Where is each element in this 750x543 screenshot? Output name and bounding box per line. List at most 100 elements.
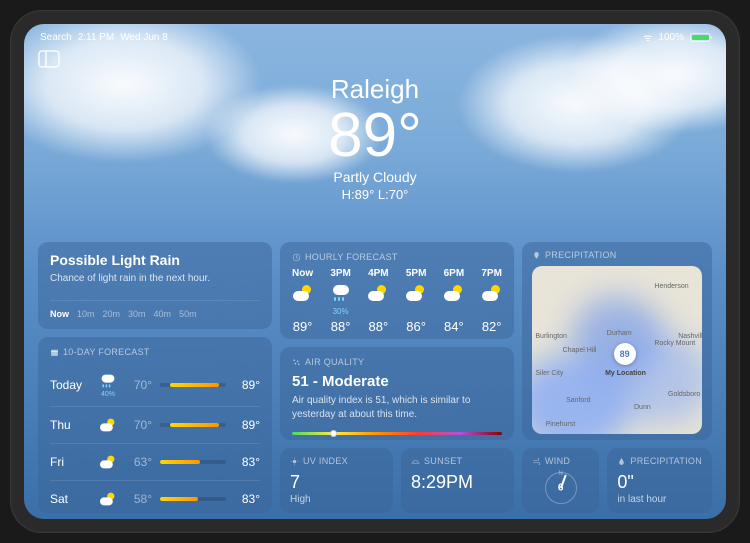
forecast-row[interactable]: Thu 70° 89° bbox=[50, 406, 260, 443]
compass-icon: 6 bbox=[545, 472, 577, 504]
fc-day: Today bbox=[50, 378, 90, 392]
map-location-pin: 89 bbox=[614, 343, 636, 365]
wifi-icon: ᯤ bbox=[643, 30, 652, 44]
sun-cloud-icon bbox=[98, 452, 118, 472]
sunset-header: SUNSET bbox=[411, 456, 504, 466]
sunset-card[interactable]: SUNSET 8:29PM bbox=[401, 448, 514, 513]
hourly-temp: 88° bbox=[331, 319, 351, 334]
screen: Search 2:11 PM Wed Jun 8 ᯤ 100% Raleigh … bbox=[24, 24, 726, 519]
wind-header: WIND bbox=[532, 456, 589, 466]
precip-minute-scale: Now 10m 20m 30m 40m 50m bbox=[50, 300, 260, 319]
precipitation-map-card[interactable]: PRECIPITATION HendersonBurlingtonDurhamC… bbox=[522, 242, 712, 440]
high-low: H:89° L:70° bbox=[24, 187, 726, 202]
aq-value: 51 - Moderate bbox=[292, 373, 502, 390]
hourly-header: HOURLY FORECAST bbox=[292, 252, 502, 262]
map-city-label: Burlington bbox=[535, 333, 567, 340]
scale-tick: 20m bbox=[103, 309, 121, 319]
sun-cloud-icon bbox=[293, 283, 313, 303]
fc-high: 83° bbox=[234, 492, 260, 506]
fc-high: 89° bbox=[234, 418, 260, 432]
scale-tick: 30m bbox=[128, 309, 146, 319]
aq-desc: Air quality index is 51, which is simila… bbox=[292, 394, 502, 422]
map-city-label: Pinehurst bbox=[546, 421, 576, 428]
fc-low: 63° bbox=[126, 455, 152, 469]
battery-text: 100% bbox=[658, 32, 684, 43]
precip-map-header: PRECIPITATION bbox=[532, 250, 702, 260]
sun-cloud-icon bbox=[98, 489, 118, 509]
fc-day: Sat bbox=[50, 492, 90, 506]
hourly-time: 6PM bbox=[444, 268, 465, 279]
map-city-label: Henderson bbox=[654, 283, 688, 290]
hourly-temp: 82° bbox=[482, 319, 502, 334]
status-search[interactable]: Search bbox=[40, 32, 72, 43]
sun-cloud-icon bbox=[368, 283, 388, 303]
current-condition: Partly Cloudy bbox=[24, 169, 726, 185]
fc-temp-bar bbox=[160, 383, 226, 387]
scale-tick: 50m bbox=[179, 309, 197, 319]
sun-cloud-icon bbox=[406, 283, 426, 303]
aq-scale bbox=[292, 432, 502, 435]
wind-card[interactable]: WIND 6 bbox=[522, 448, 599, 513]
forecast-card[interactable]: 10-DAY FORECAST Today 40% 70° 89°Thu 70°… bbox=[38, 337, 272, 513]
uv-index-card[interactable]: UV INDEX 7 High bbox=[280, 448, 393, 513]
fc-temp-bar bbox=[160, 423, 226, 427]
sun-cloud-icon bbox=[482, 283, 502, 303]
hourly-temp: 88° bbox=[369, 319, 389, 334]
scale-tick: 10m bbox=[77, 309, 95, 319]
map-city-label: Goldsboro bbox=[668, 391, 700, 398]
fc-temp-bar bbox=[160, 460, 226, 464]
sidebar-button[interactable] bbox=[38, 50, 60, 68]
status-time: 2:11 PM bbox=[78, 32, 115, 43]
precipitation-map[interactable]: HendersonBurlingtonDurhamChapel HillRock… bbox=[532, 266, 702, 434]
hourly-time: 5PM bbox=[406, 268, 427, 279]
alert-title: Possible Light Rain bbox=[50, 252, 260, 268]
uv-sub: High bbox=[290, 494, 383, 505]
rain-alert-card[interactable]: Possible Light Rain Chance of light rain… bbox=[38, 242, 272, 329]
hourly-item: 7PM 82° bbox=[481, 268, 502, 334]
fc-high: 89° bbox=[234, 378, 260, 392]
fc-low: 70° bbox=[126, 378, 152, 392]
fc-day: Thu bbox=[50, 418, 90, 432]
fc-low: 58° bbox=[126, 492, 152, 506]
scale-tick: 40m bbox=[154, 309, 172, 319]
hourly-card[interactable]: HOURLY FORECAST Now 89° 3PM 30% 88° 4PM 88… bbox=[280, 242, 514, 339]
map-city-label: Dunn bbox=[634, 404, 651, 411]
scale-tick: Now bbox=[50, 309, 69, 319]
sunset-value: 8:29PM bbox=[411, 472, 504, 494]
hourly-temp: 89° bbox=[293, 319, 313, 334]
rain-icon bbox=[331, 283, 351, 303]
hourly-item: 3PM 30% 88° bbox=[330, 268, 351, 334]
rain-icon: 40% bbox=[98, 371, 118, 398]
map-city-label: Nashville bbox=[678, 333, 702, 340]
hourly-time: 4PM bbox=[368, 268, 389, 279]
forecast-header: 10-DAY FORECAST bbox=[50, 347, 260, 357]
fc-high: 83° bbox=[234, 455, 260, 469]
forecast-row[interactable]: Today 40% 70° 89° bbox=[50, 363, 260, 406]
map-city-label: Sanford bbox=[566, 397, 591, 404]
forecast-row[interactable]: Fri 63° 83° bbox=[50, 443, 260, 480]
hourly-item: 4PM 88° bbox=[368, 268, 389, 334]
fc-temp-bar bbox=[160, 497, 226, 501]
sun-cloud-icon bbox=[98, 415, 118, 435]
hourly-item: 5PM 86° bbox=[406, 268, 427, 334]
status-bar: Search 2:11 PM Wed Jun 8 ᯤ 100% bbox=[24, 28, 726, 46]
hourly-time: Now bbox=[292, 268, 313, 279]
hourly-item: Now 89° bbox=[292, 268, 313, 334]
hourly-item: 6PM 84° bbox=[444, 268, 465, 334]
precip-sub: in last hour bbox=[617, 494, 702, 505]
precip-value: 0" bbox=[617, 472, 702, 494]
current-conditions: Raleigh 89° Partly Cloudy H:89° L:70° bbox=[24, 24, 726, 202]
current-temp: 89° bbox=[24, 105, 726, 167]
alert-desc: Chance of light rain in the next hour. bbox=[50, 272, 260, 286]
fc-day: Fri bbox=[50, 455, 90, 469]
forecast-row[interactable]: Sat 58° 83° bbox=[50, 480, 260, 513]
hourly-temp: 86° bbox=[406, 319, 426, 334]
precip-header: PRECIPITATION bbox=[617, 456, 702, 466]
uv-value: 7 bbox=[290, 472, 383, 494]
aq-header: AIR QUALITY bbox=[292, 357, 502, 367]
air-quality-card[interactable]: AIR QUALITY 51 - Moderate Air quality in… bbox=[280, 347, 514, 440]
map-pin-label: My Location bbox=[605, 370, 646, 377]
hourly-pct: 30% bbox=[333, 307, 349, 315]
precipitation-card[interactable]: PRECIPITATION 0" in last hour bbox=[607, 448, 712, 513]
map-city-label: Siler City bbox=[535, 370, 563, 377]
